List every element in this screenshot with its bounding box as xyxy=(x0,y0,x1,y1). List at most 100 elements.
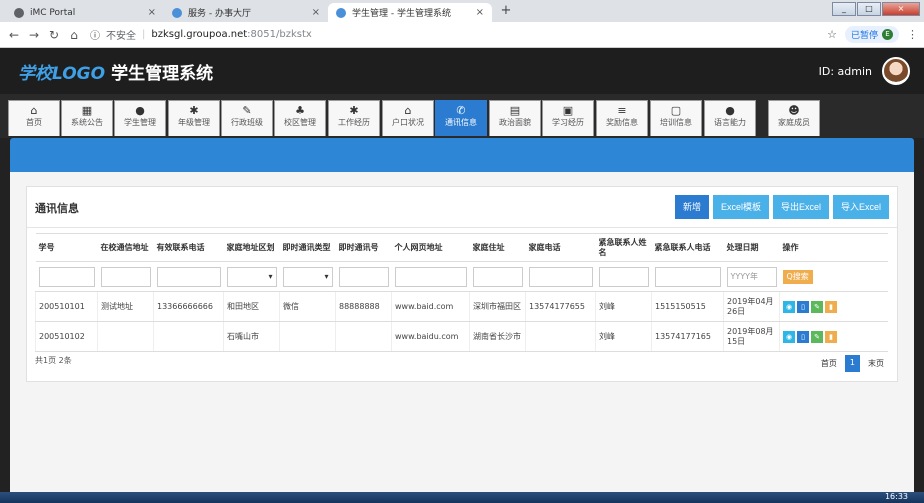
filter-cell xyxy=(335,261,392,292)
nav-item-label: 系统公告 xyxy=(71,118,103,127)
table-cell: 刘峰 xyxy=(595,291,652,322)
edit-icon[interactable]: ✎ xyxy=(811,330,823,343)
excel-template-button[interactable]: Excel模板 xyxy=(712,195,769,219)
column-header: 紧急联系人电话 xyxy=(651,233,724,262)
nav-item-14[interactable]: ☻ 家庭成员 xyxy=(768,100,820,136)
filter-cell xyxy=(153,261,224,292)
nav-item-0[interactable]: ⌂ 首页 xyxy=(8,100,60,136)
bookmark-star-icon[interactable]: ☆ xyxy=(827,28,837,41)
tab-label: 学生管理 - 学生管理系统 xyxy=(352,9,451,19)
nav-item-8[interactable]: ✆ 通讯信息 xyxy=(435,100,487,136)
filter-input[interactable] xyxy=(472,266,523,287)
close-icon[interactable]: × xyxy=(312,7,320,18)
filter-input[interactable] xyxy=(100,266,151,287)
section-banner xyxy=(10,138,914,172)
nav-item-label: 行政班级 xyxy=(231,118,263,127)
table-cell: 200510101 xyxy=(35,291,98,322)
filter-input[interactable] xyxy=(654,266,721,287)
search-button[interactable]: Q搜索 xyxy=(782,269,813,284)
file-icon: ▤ xyxy=(509,104,521,117)
menu-dots-icon[interactable]: ⋮ xyxy=(907,28,918,41)
filter-select[interactable]: ▾ xyxy=(226,266,277,287)
tab-label: 服务 - 办事大厅 xyxy=(188,9,251,19)
table-cell: 微信 xyxy=(279,291,336,322)
taskbar-clock: 16:33 xyxy=(884,492,908,501)
date-filter-input[interactable]: YYYY年 xyxy=(726,266,777,287)
filter-input[interactable] xyxy=(528,266,593,287)
view-icon[interactable]: ◉ xyxy=(783,300,795,313)
export-excel-button[interactable]: 导出Excel xyxy=(772,195,829,219)
sitemap-icon: ♣ xyxy=(295,104,305,117)
filter-input[interactable] xyxy=(394,266,467,287)
url-field[interactable]: ⓘ 不安全 | bzksgl.groupoa.net:8051/bzkstx xyxy=(90,27,312,42)
phone-icon: ✆ xyxy=(456,104,466,117)
filter-input[interactable] xyxy=(598,266,649,287)
forward-icon[interactable]: → xyxy=(24,28,44,42)
delete-icon[interactable]: ▮ xyxy=(825,330,837,343)
table-row: 200510101 测试地址 13366666666 和田地区 微信 88888888 ww… xyxy=(35,291,888,322)
row-actions: ◉ ▯ ✎ ▮ xyxy=(779,291,888,322)
minimize-button[interactable]: _ xyxy=(832,2,856,16)
filter-input[interactable] xyxy=(38,266,95,287)
nav-item-label: 年级管理 xyxy=(178,118,210,127)
globe-icon xyxy=(14,7,24,18)
filter-input[interactable] xyxy=(338,266,389,287)
last-page-button[interactable]: 末页 xyxy=(863,355,889,372)
nav-item-3[interactable]: ✱ 年级管理 xyxy=(168,100,220,136)
profile-paused-button[interactable]: 已暂停 E xyxy=(844,26,899,43)
nav-item-2[interactable]: ● 学生管理 xyxy=(114,100,166,136)
nav-item-7[interactable]: ⌂ 户口状况 xyxy=(382,100,434,136)
filter-cell xyxy=(595,261,652,292)
current-page-button[interactable]: 1 xyxy=(844,355,860,372)
nav-item-1[interactable]: ▦ 系统公告 xyxy=(61,100,113,136)
new-tab-button[interactable]: + xyxy=(498,4,514,18)
copy-icon[interactable]: ▯ xyxy=(797,300,809,313)
nav-item-13[interactable]: ● 语言能力 xyxy=(704,100,756,136)
add-button[interactable]: 新增 xyxy=(674,195,709,219)
main-nav: ⌂ 首页 ▦ 系统公告 ● 学生管理 ✱ 年级管理 ✎ 行政班级 ♣ 校区管理 ✱ 工作经历 ⌂ 户口状况 ✆ 通… xyxy=(0,94,924,138)
user-avatar[interactable] xyxy=(882,57,910,85)
nav-item-5[interactable]: ♣ 校区管理 xyxy=(274,100,326,136)
nav-item-4[interactable]: ✎ 行政班级 xyxy=(221,100,273,136)
home-icon: ⌂ xyxy=(30,104,38,117)
table-cell: 13574177655 xyxy=(525,291,596,322)
filter-row: ▾ ▾ YYYY年 Q搜索 xyxy=(35,261,888,292)
close-window-button[interactable]: × xyxy=(882,2,920,16)
nav-item-6[interactable]: ✱ 工作经历 xyxy=(328,100,380,136)
column-header: 即时通讯类型 xyxy=(279,233,336,262)
profile-avatar: E xyxy=(882,29,893,40)
edit-icon[interactable]: ✎ xyxy=(811,300,823,313)
home-icon[interactable]: ⌂ xyxy=(64,28,84,42)
view-icon[interactable]: ◉ xyxy=(783,330,795,343)
column-header: 在校通信地址 xyxy=(97,233,154,262)
filter-select[interactable]: ▾ xyxy=(282,266,333,287)
app-title: 学生管理系统 xyxy=(111,63,214,84)
back-icon[interactable]: ← xyxy=(4,28,24,42)
date-placeholder: YYYY年 xyxy=(730,271,759,281)
browser-tab-imc[interactable]: iMC Portal × xyxy=(6,3,164,22)
panel-title: 通讯信息 xyxy=(35,202,79,215)
maximize-button[interactable]: □ xyxy=(857,2,881,16)
table-cell xyxy=(97,321,154,352)
import-excel-button[interactable]: 导入Excel xyxy=(832,195,889,219)
close-icon[interactable]: × xyxy=(148,7,156,18)
nav-item-12[interactable]: ▢ 培训信息 xyxy=(650,100,702,136)
filter-input[interactable] xyxy=(156,266,221,287)
paused-label: 已暂停 xyxy=(850,31,878,41)
table-cell: 刘峰 xyxy=(595,321,652,352)
column-header: 紧急联系人姓名 xyxy=(595,233,652,262)
nav-item-9[interactable]: ▤ 政治面貌 xyxy=(489,100,541,136)
copy-icon[interactable]: ▯ xyxy=(797,330,809,343)
nav-item-11[interactable]: ≡ 奖励信息 xyxy=(596,100,648,136)
reload-icon[interactable]: ↻ xyxy=(44,28,64,42)
insecure-label: 不安全 xyxy=(106,31,136,42)
first-page-button[interactable]: 首页 xyxy=(815,355,842,372)
nav-item-10[interactable]: ▣ 学习经历 xyxy=(542,100,594,136)
delete-icon[interactable]: ▮ xyxy=(825,300,837,313)
nav-item-label: 首页 xyxy=(26,118,42,127)
filter-cell: YYYY年 xyxy=(723,261,780,292)
browser-tab-student[interactable]: 学生管理 - 学生管理系统 × xyxy=(328,3,492,22)
close-icon[interactable]: × xyxy=(476,7,484,18)
nav-item-label: 工作经历 xyxy=(338,118,370,127)
browser-tab-service[interactable]: 服务 - 办事大厅 × xyxy=(164,3,328,22)
